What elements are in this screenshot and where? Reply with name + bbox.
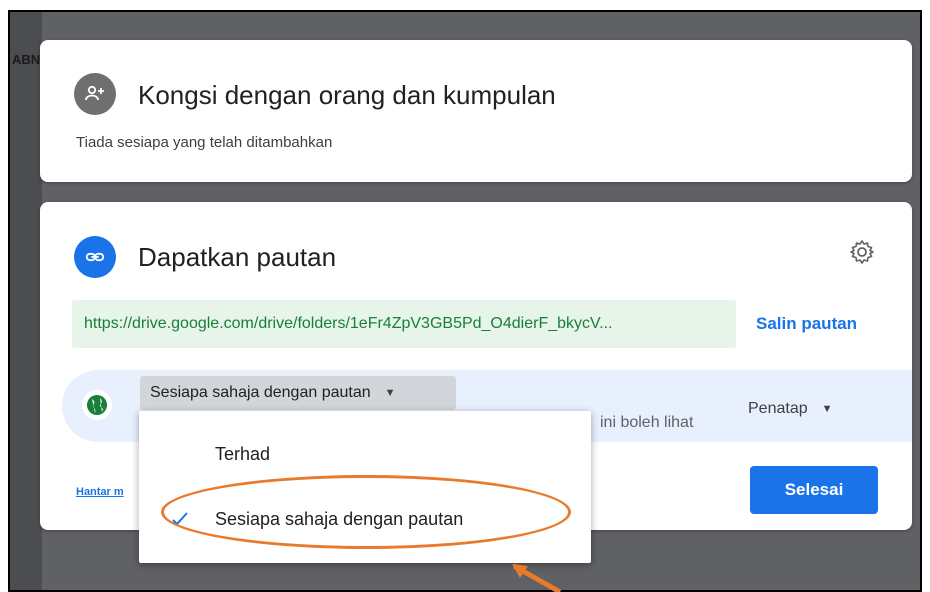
link-card-title: Dapatkan pautan [138, 242, 337, 272]
access-description: ini boleh lihat [600, 414, 694, 431]
gear-icon[interactable] [848, 238, 876, 266]
access-select-button[interactable]: Sesiapa sahaja dengan pautan ▼ [140, 376, 456, 410]
link-icon [74, 236, 116, 278]
done-button[interactable]: Selesai [750, 466, 878, 514]
link-url-field[interactable]: https://drive.google.com/drive/folders/1… [72, 300, 736, 348]
add-person-icon [74, 73, 116, 115]
share-card-subtitle: Tiada sesiapa yang telah ditambahkan [76, 134, 333, 151]
top-strip [0, 0, 930, 10]
globe-icon [82, 390, 112, 420]
annotation-arrow [512, 563, 562, 592]
role-label: Penatap [748, 400, 808, 417]
feedback-link[interactable]: Hantar m [76, 486, 124, 498]
share-card-title: Kongsi dengan orang dan kumpulan [138, 80, 556, 110]
background-text: ABN [12, 52, 41, 67]
role-select-button[interactable]: Penatap ▼ [748, 400, 833, 418]
highlight-ellipse [161, 475, 571, 549]
background-page: ABN [10, 12, 42, 590]
chevron-down-icon: ▼ [384, 387, 396, 399]
share-card: Kongsi dengan orang dan kumpulan Tiada s… [40, 40, 912, 182]
menu-item-label: Terhad [215, 443, 271, 464]
copy-link-button[interactable]: Salin pautan [756, 314, 857, 334]
chevron-down-icon: ▼ [821, 403, 833, 415]
access-select-label: Sesiapa sahaja dengan pautan [150, 384, 371, 401]
